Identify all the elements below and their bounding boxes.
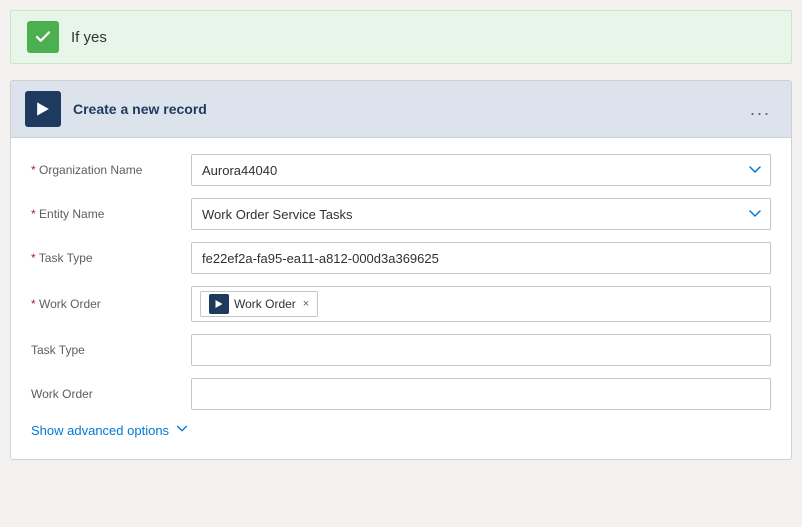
if-yes-bar: If yes — [10, 10, 792, 64]
task-type-optional-row: Task Type — [31, 334, 771, 366]
tag-label: Work Order — [234, 297, 296, 311]
show-advanced-button[interactable]: Show advanced options — [31, 422, 771, 439]
card-body: Organization Name Entity Name — [11, 138, 791, 459]
work-order-optional-row: Work Order — [31, 378, 771, 410]
work-order-optional-label: Work Order — [31, 387, 191, 401]
task-type-optional-label: Task Type — [31, 343, 191, 357]
entity-name-row: Entity Name — [31, 198, 771, 230]
tag-connector-icon — [209, 294, 229, 314]
overflow-menu-button[interactable]: ... — [744, 97, 777, 122]
work-order-required-label: Work Order — [31, 297, 191, 311]
advanced-chevron-icon — [175, 422, 189, 439]
entity-name-label: Entity Name — [31, 207, 191, 221]
create-record-card: Create a new record ... Organization Nam… — [10, 80, 792, 460]
tag-remove-button[interactable]: × — [303, 298, 309, 310]
org-name-input[interactable] — [191, 154, 771, 186]
org-name-dropdown-wrapper — [191, 154, 771, 186]
org-name-row: Organization Name — [31, 154, 771, 186]
connector-icon — [25, 91, 61, 127]
checkmark-icon — [27, 21, 59, 53]
work-order-optional-input[interactable] — [191, 378, 771, 410]
work-order-required-row: Work Order Work Order × — [31, 286, 771, 322]
task-type-optional-input[interactable] — [191, 334, 771, 366]
entity-name-input[interactable] — [191, 198, 771, 230]
entity-name-dropdown-wrapper — [191, 198, 771, 230]
card-header: Create a new record ... — [11, 81, 791, 138]
task-type-required-row: Task Type — [31, 242, 771, 274]
work-order-tag-input[interactable]: Work Order × — [191, 286, 771, 322]
task-type-required-input[interactable] — [191, 242, 771, 274]
if-yes-label: If yes — [71, 29, 107, 46]
org-name-label: Organization Name — [31, 163, 191, 177]
work-order-tag: Work Order × — [200, 291, 318, 317]
show-advanced-label: Show advanced options — [31, 423, 169, 438]
task-type-required-label: Task Type — [31, 251, 191, 265]
card-title: Create a new record — [73, 101, 744, 117]
